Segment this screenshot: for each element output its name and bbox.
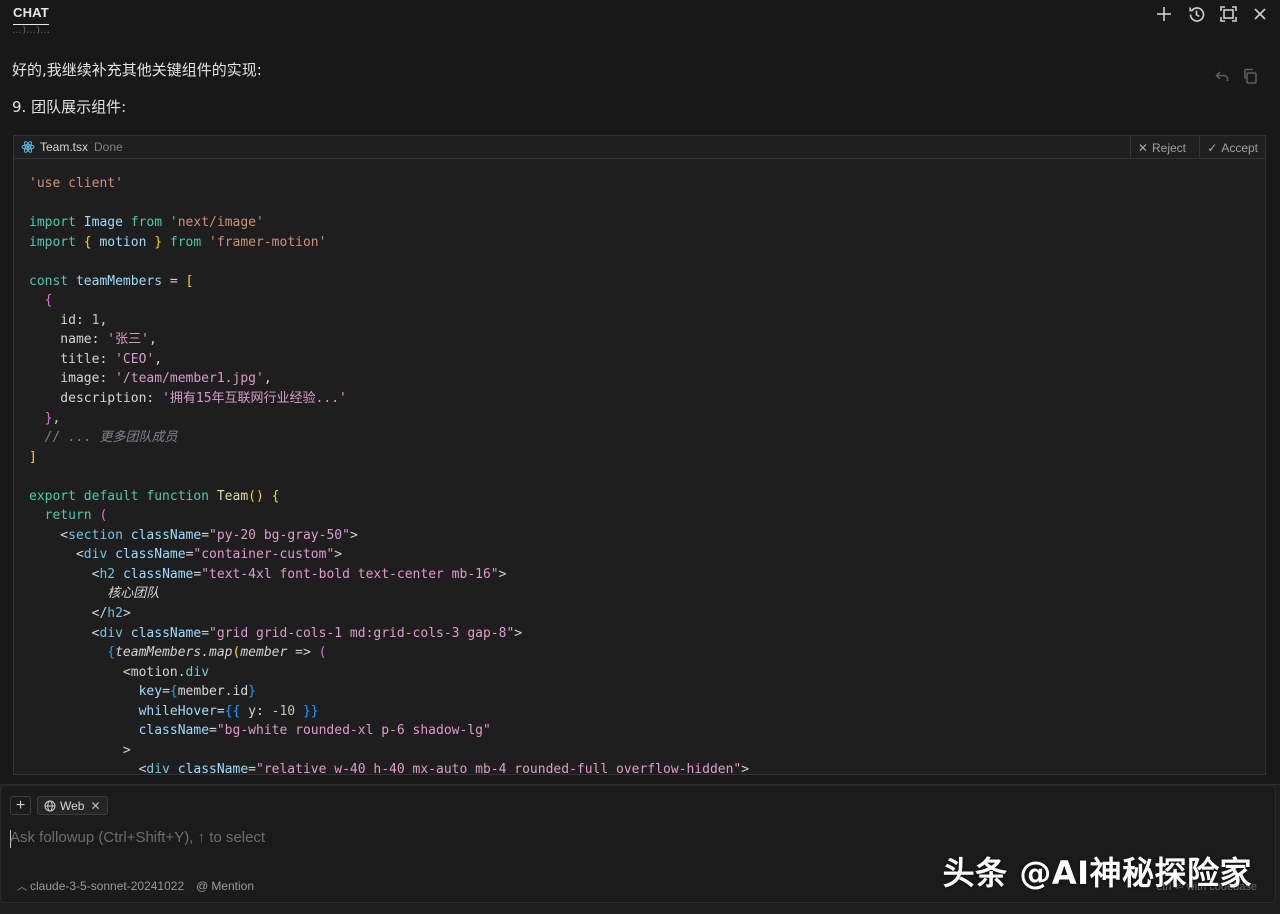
tab-chat[interactable]: CHAT xyxy=(13,5,49,25)
file-name[interactable]: Team.tsx xyxy=(40,140,88,154)
message-line-2: 9. 团队展示组件: xyxy=(12,98,127,116)
mention-label: Mention xyxy=(211,878,255,893)
history-icon[interactable] xyxy=(1184,3,1208,25)
mention-button[interactable]: @ Mention xyxy=(196,879,254,893)
add-context-button[interactable]: + xyxy=(10,796,31,815)
remove-chip-icon[interactable]: ✕ xyxy=(90,799,100,813)
top-bar: CHAT xyxy=(0,0,1280,30)
top-actions xyxy=(1152,3,1272,25)
code-block: Team.tsx Done ✕ Reject ✓ Accept 'use cli… xyxy=(13,135,1266,775)
reject-button[interactable]: ✕ Reject xyxy=(1129,136,1193,159)
followup-input[interactable]: Ask followup (Ctrl+Shift+Y), ↑ to select xyxy=(10,829,265,846)
previous-message-fragment: ...)...)... xyxy=(12,26,50,34)
context-chip-web[interactable]: Web ✕ xyxy=(37,796,108,815)
react-file-icon xyxy=(21,140,35,154)
message-line-1: 好的,我继续补充其他关键组件的实现: xyxy=(12,61,262,79)
globe-icon xyxy=(44,800,56,811)
copy-icon[interactable] xyxy=(1242,68,1258,89)
accept-button[interactable]: ✓ Accept xyxy=(1199,136,1265,159)
composer-footer: ︿ claude-3-5-sonnet-20241022 @ Mention xyxy=(17,878,254,894)
context-chip-label: Web xyxy=(60,798,85,813)
code-block-header: Team.tsx Done ✕ Reject ✓ Accept xyxy=(14,136,1265,159)
model-selector[interactable]: ︿ claude-3-5-sonnet-20241022 xyxy=(17,878,185,894)
accept-label: Accept xyxy=(1221,140,1258,155)
code-content[interactable]: 'use client' import Image from 'next/ima… xyxy=(29,174,749,774)
chevron-up-icon: ︿ xyxy=(17,882,27,893)
close-icon[interactable] xyxy=(1248,3,1272,25)
plus-icon[interactable] xyxy=(1152,3,1176,25)
model-label: claude-3-5-sonnet-20241022 xyxy=(30,878,185,893)
file-status: Done xyxy=(94,140,123,154)
maximize-icon[interactable] xyxy=(1216,3,1240,25)
message-actions xyxy=(1214,68,1258,89)
at-icon: @ xyxy=(196,878,209,893)
check-icon: ✓ xyxy=(1207,140,1218,155)
watermark: 头条 @AI神秘探险家 xyxy=(942,854,1252,892)
x-icon: ✕ xyxy=(1137,140,1148,155)
undo-icon[interactable] xyxy=(1214,68,1230,89)
reject-label: Reject xyxy=(1151,140,1186,155)
